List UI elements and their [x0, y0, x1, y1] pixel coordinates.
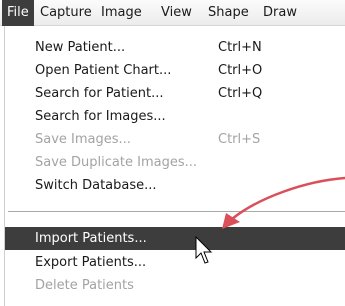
menu-item-label: Import Patients... [35, 231, 147, 246]
menu-item-shortcut: Ctrl+O [218, 63, 263, 78]
menu-item-new-patient[interactable]: New Patient... Ctrl+N [5, 36, 345, 59]
menu-item-save-duplicate-images: Save Duplicate Images... [5, 151, 345, 174]
menu-item-open-patient-chart[interactable]: Open Patient Chart... Ctrl+O [5, 59, 345, 82]
menu-bar: File Capture Image View Shape Draw [0, 0, 345, 26]
menu-item-search-for-patient[interactable]: Search for Patient... Ctrl+Q [5, 82, 345, 105]
menu-item-save-images: Save Images... Ctrl+S [5, 128, 345, 151]
menu-item-delete-patients: Delete Patients [5, 274, 345, 297]
menu-draw[interactable]: Draw [258, 0, 302, 26]
menu-item-shortcut: Ctrl+S [218, 132, 261, 147]
menu-item-label: Save Images... [35, 132, 131, 147]
menu-file[interactable]: File [2, 0, 34, 26]
menu-item-label: Export Patients... [35, 255, 147, 270]
menu-item-label: New Patient... [35, 40, 126, 55]
menu-item-search-for-images[interactable]: Search for Images... [5, 105, 345, 128]
menu-view[interactable]: View [156, 0, 197, 26]
file-dropdown-menu: New Patient... Ctrl+N Open Patient Chart… [4, 26, 345, 306]
menu-item-shortcut: Ctrl+Q [218, 86, 263, 101]
menu-item-import-patients[interactable]: Import Patients... [5, 227, 345, 250]
menu-item-label: Save Duplicate Images... [35, 155, 197, 170]
menu-shape[interactable]: Shape [203, 0, 254, 26]
menu-item-shortcut: Ctrl+N [218, 40, 262, 55]
menu-item-label: Search for Patient... [35, 86, 164, 101]
menu-capture[interactable]: Capture [35, 0, 97, 26]
menu-item-switch-database[interactable]: Switch Database... [5, 174, 345, 197]
menu-item-label: Delete Patients [35, 278, 134, 293]
menu-image[interactable]: Image [96, 0, 147, 26]
menu-separator [8, 211, 345, 213]
menu-item-export-patients[interactable]: Export Patients... [5, 251, 345, 274]
menu-item-label: Search for Images... [35, 109, 166, 124]
menu-item-label: Open Patient Chart... [35, 63, 172, 78]
menu-item-label: Switch Database... [35, 178, 157, 193]
